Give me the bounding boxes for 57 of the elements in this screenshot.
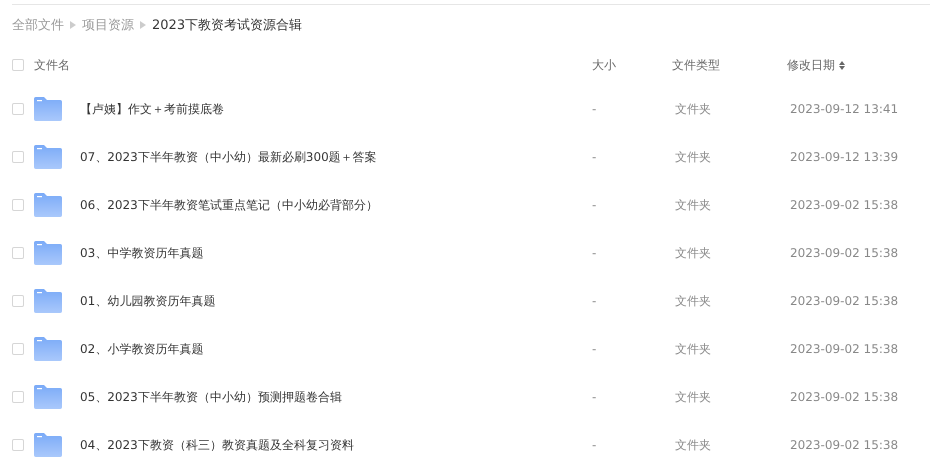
- row-checkbox[interactable]: [12, 103, 24, 115]
- file-name[interactable]: 05、2023下半年教资（中小幼）预测押题卷合辑: [80, 388, 592, 406]
- file-name[interactable]: 03、中学教资历年真题: [80, 244, 592, 262]
- file-type: 文件夹: [674, 100, 712, 118]
- file-size: -: [592, 246, 598, 260]
- modified-date: 2023-09-02 15:38: [789, 438, 900, 452]
- file-size: -: [592, 294, 598, 308]
- column-header[interactable]: 修改日期: [787, 56, 835, 74]
- chevron-icon: [140, 21, 146, 29]
- folder-icon: [34, 289, 62, 313]
- file-type: 文件夹: [674, 292, 712, 310]
- column-header[interactable]: 文件名: [34, 56, 592, 74]
- breadcrumb-item: 2023下教资考试资源合辑: [152, 17, 302, 34]
- row-checkbox[interactable]: [12, 391, 24, 403]
- modified-date: 2023-09-02 15:38: [789, 390, 900, 404]
- file-type: 文件夹: [674, 196, 712, 214]
- row-checkbox[interactable]: [12, 343, 24, 355]
- row-checkbox[interactable]: [12, 151, 24, 163]
- folder-icon: [34, 337, 62, 361]
- file-size: -: [592, 342, 598, 356]
- file-name[interactable]: 04、2023下教资（科三）教资真题及全科复习资料: [80, 436, 592, 454]
- sort-icon[interactable]: [839, 60, 845, 70]
- chevron-icon: [70, 21, 76, 29]
- file-name[interactable]: 06、2023下半年教资笔试重点笔记（中小幼必背部分）: [80, 196, 592, 214]
- modified-date: 2023-09-12 13:39: [789, 150, 900, 164]
- file-type: 文件夹: [674, 436, 712, 454]
- column-header[interactable]: 大小: [592, 56, 672, 74]
- modified-date: 2023-09-02 15:38: [789, 198, 900, 212]
- file-type: 文件夹: [674, 340, 712, 358]
- file-size: -: [592, 150, 598, 164]
- file-name[interactable]: 07、2023下半年教资（中小幼）最新必刷300题＋答案: [80, 148, 592, 166]
- file-name[interactable]: 【卢姨】作文＋考前摸底卷: [80, 100, 592, 118]
- modified-date: 2023-09-02 15:38: [789, 294, 900, 308]
- modified-date: 2023-09-12 13:41: [789, 102, 900, 116]
- row-checkbox[interactable]: [12, 295, 24, 307]
- file-name[interactable]: 01、幼儿园教资历年真题: [80, 292, 592, 310]
- row-checkbox[interactable]: [12, 199, 24, 211]
- file-size: -: [592, 102, 598, 116]
- file-type: 文件夹: [674, 148, 712, 166]
- column-header[interactable]: 文件类型: [672, 56, 787, 74]
- folder-icon: [34, 145, 62, 169]
- folder-icon: [34, 385, 62, 409]
- row-checkbox[interactable]: [12, 247, 24, 259]
- file-name[interactable]: 02、小学教资历年真题: [80, 340, 592, 358]
- folder-icon: [34, 193, 62, 217]
- row-checkbox[interactable]: [12, 439, 24, 451]
- modified-date: 2023-09-02 15:38: [789, 342, 900, 356]
- modified-date: 2023-09-02 15:38: [789, 246, 900, 260]
- file-size: -: [592, 390, 598, 404]
- file-type: 文件夹: [674, 388, 712, 406]
- select-all-checkbox[interactable]: [12, 59, 24, 71]
- folder-icon: [34, 241, 62, 265]
- file-size: -: [592, 198, 598, 212]
- folder-icon: [34, 433, 62, 457]
- folder-icon: [34, 97, 62, 121]
- file-type: 文件夹: [674, 244, 712, 262]
- file-size: -: [592, 438, 598, 452]
